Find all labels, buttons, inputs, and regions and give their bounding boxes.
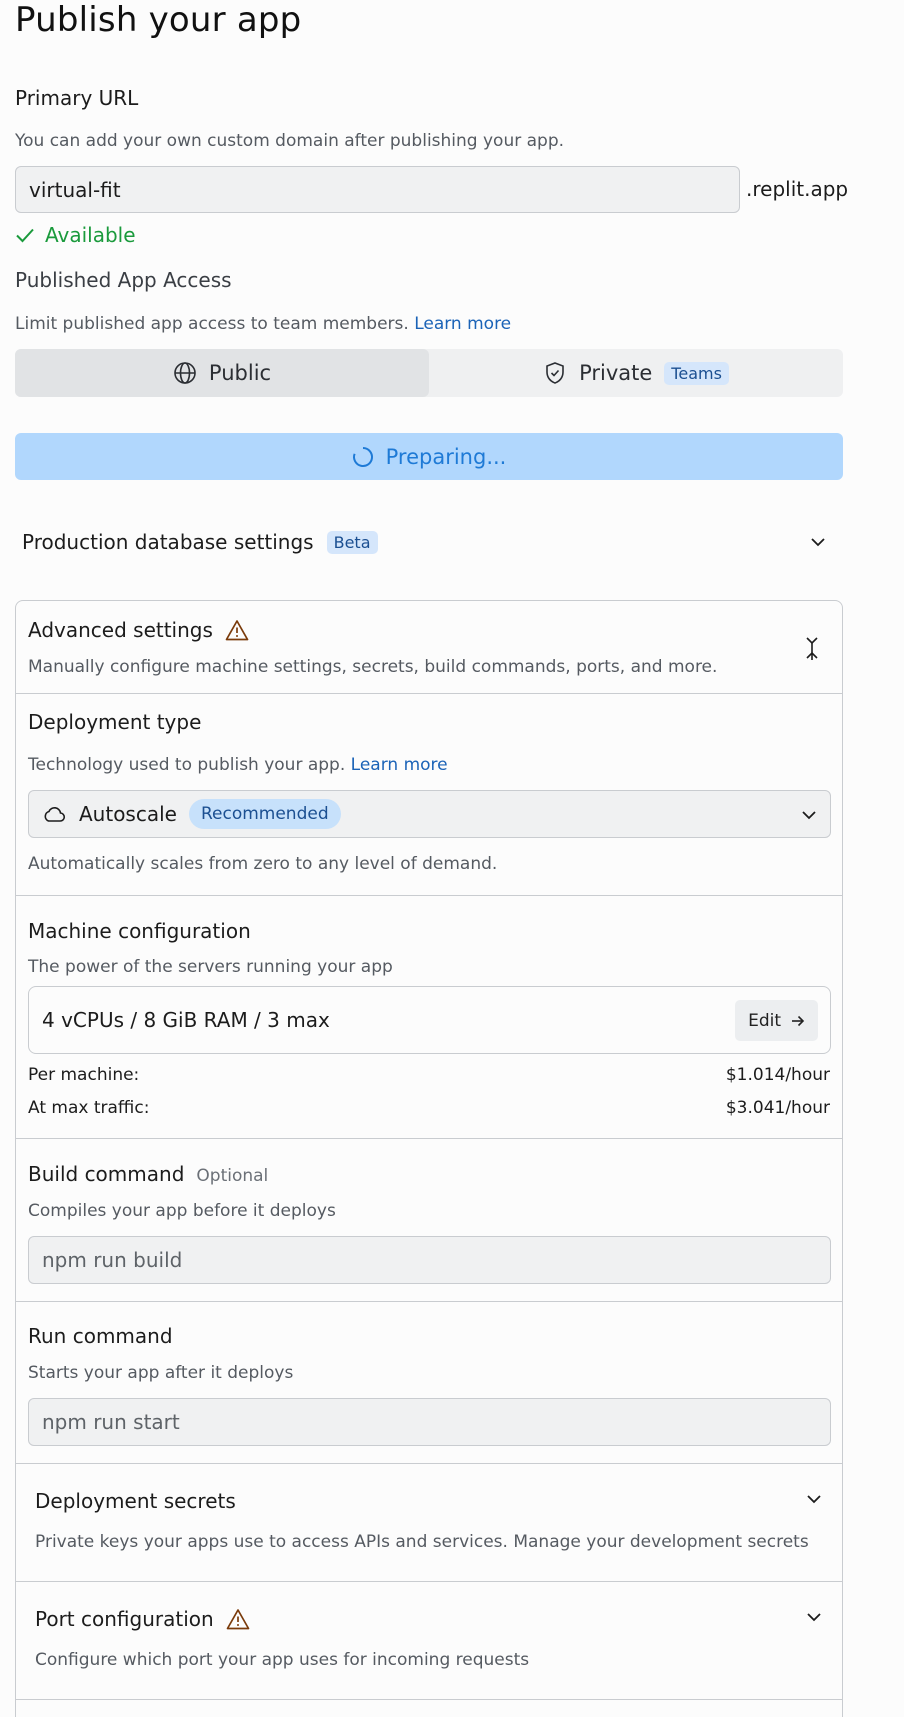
port-configuration-section[interactable]: Port configuration Configure which port … — [16, 1582, 842, 1699]
deployment-type-learn-more-link[interactable]: Learn more — [351, 755, 448, 775]
deployment-type-help: Automatically scales from zero to any le… — [28, 854, 498, 874]
deployment-type-description: Technology used to publish your app. — [28, 755, 346, 775]
advanced-settings-card: Advanced settings Manually configure mac… — [15, 600, 843, 1717]
build-command-input[interactable]: npm run build — [28, 1236, 831, 1284]
port-configuration-description: Configure which port your app uses for i… — [35, 1650, 530, 1670]
max-traffic-label: At max traffic: — [28, 1098, 150, 1118]
deployment-secrets-heading: Deployment secrets — [35, 1489, 236, 1513]
chevron-down-icon — [805, 1608, 823, 1626]
globe-icon — [173, 361, 197, 385]
cloud-icon — [42, 804, 66, 824]
beta-badge: Beta — [326, 530, 378, 554]
edit-machine-label: Edit — [748, 1010, 781, 1031]
access-option-public-label: Public — [208, 361, 272, 385]
warning-icon — [226, 1608, 250, 1630]
build-command-heading: Build command — [28, 1162, 185, 1186]
url-suffix: .replit.app — [746, 177, 849, 201]
machine-config-description: The power of the servers running your ap… — [28, 957, 393, 977]
build-command-header: Build command Optional — [28, 1162, 268, 1186]
run-command-input[interactable]: npm run start — [28, 1398, 831, 1446]
check-icon — [15, 225, 35, 245]
port-configuration-heading: Port configuration — [35, 1607, 214, 1631]
advanced-description: Manually configure machine settings, sec… — [28, 657, 718, 677]
max-traffic-value: $3.041/hour — [725, 1098, 830, 1118]
chevron-down-icon — [800, 806, 818, 824]
arrow-right-icon — [791, 1014, 805, 1028]
per-machine-value: $1.014/hour — [725, 1065, 830, 1085]
deployment-type-select[interactable]: Autoscale Recommended — [28, 790, 831, 838]
machine-config-value: 4 vCPUs / 8 GiB RAM / 3 max — [42, 1008, 330, 1032]
availability-status: Available — [15, 223, 136, 247]
edit-machine-button[interactable]: Edit — [735, 1000, 818, 1041]
access-option-private[interactable]: Private Teams — [429, 349, 843, 397]
advanced-header: Advanced settings — [28, 618, 249, 642]
access-description: Limit published app access to team membe… — [15, 314, 409, 334]
deployment-secrets-description: Private keys your apps use to access API… — [35, 1532, 809, 1552]
publish-button-label: Preparing... — [385, 444, 507, 469]
url-subdomain-value: virtual-fit — [29, 177, 121, 202]
availability-text: Available — [45, 223, 136, 247]
spinner-icon — [352, 446, 374, 468]
run-command-heading: Run command — [28, 1324, 173, 1348]
primary-url-heading: Primary URL — [15, 86, 139, 110]
run-command-placeholder: npm run start — [42, 1410, 180, 1434]
chevron-down-icon — [809, 533, 827, 551]
publish-button[interactable]: Preparing... — [15, 433, 843, 480]
deployment-type-heading: Deployment type — [28, 710, 202, 734]
access-description-row: Limit published app access to team membe… — [15, 314, 511, 334]
teams-badge: Teams — [664, 361, 729, 385]
build-command-description: Compiles your app before it deploys — [28, 1201, 336, 1221]
access-option-private-label: Private — [579, 361, 653, 385]
build-command-placeholder: npm run build — [42, 1248, 183, 1272]
page-title: Publish your app — [15, 0, 302, 40]
deployment-type-description-row: Technology used to publish your app. Lea… — [28, 755, 448, 775]
collapse-icon[interactable] — [803, 635, 821, 661]
url-subdomain-input[interactable]: virtual-fit — [15, 166, 740, 213]
access-option-public[interactable]: Public — [15, 349, 429, 397]
machine-config-heading: Machine configuration — [28, 919, 251, 943]
warning-icon — [225, 619, 249, 641]
machine-config-box: 4 vCPUs / 8 GiB RAM / 3 max Edit — [28, 986, 831, 1054]
optional-label: Optional — [196, 1166, 269, 1186]
chevron-down-icon — [805, 1490, 823, 1508]
access-toggle: Public Private Teams — [15, 349, 843, 397]
production-db-label: Production database settings — [22, 530, 314, 554]
advanced-title: Advanced settings — [28, 618, 213, 642]
per-machine-label: Per machine: — [28, 1065, 140, 1085]
access-heading: Published App Access — [15, 268, 232, 292]
deployment-secrets-section[interactable]: Deployment secrets Private keys your app… — [16, 1464, 842, 1581]
primary-url-description: You can add your own custom domain after… — [15, 131, 565, 151]
production-db-toggle[interactable]: Production database settings Beta — [15, 522, 843, 562]
deployment-type-value: Autoscale — [79, 802, 177, 826]
recommended-badge: Recommended — [188, 799, 341, 829]
access-learn-more-link[interactable]: Learn more — [414, 314, 511, 334]
run-command-description: Starts your app after it deploys — [28, 1363, 294, 1383]
shield-check-icon — [543, 361, 567, 385]
port-configuration-header: Port configuration — [35, 1607, 250, 1631]
